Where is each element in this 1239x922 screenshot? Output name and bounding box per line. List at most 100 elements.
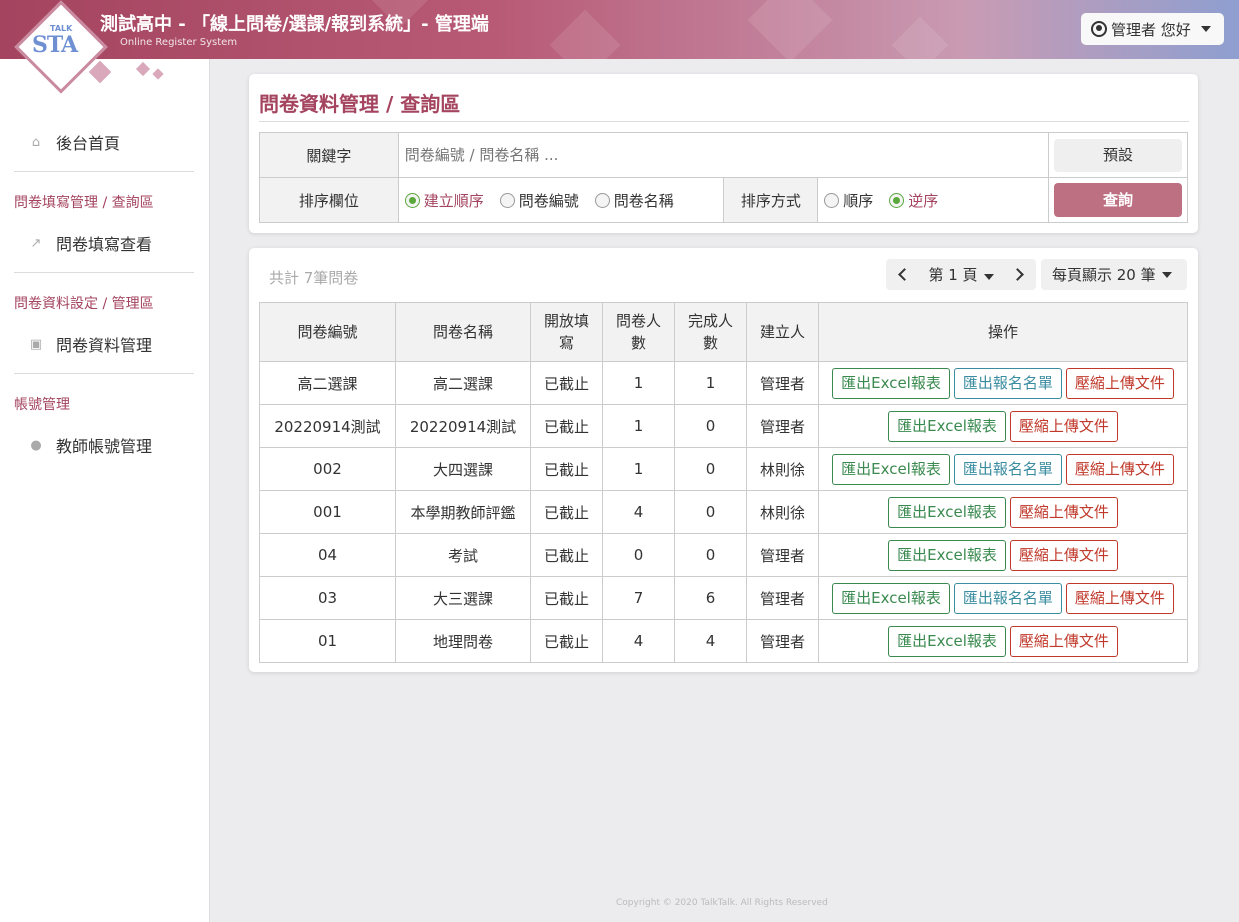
cell-id: 01	[259, 619, 396, 663]
user-icon: ●	[30, 437, 42, 453]
default-button[interactable]: 預設	[1053, 138, 1182, 172]
table-row: 001 本學期教師評鑑 已截止 4 0 林則徐 匯出Excel報表 壓縮上傳文件	[259, 490, 1188, 534]
cell-creator: 林則徐	[746, 490, 819, 534]
cell-status: 已截止	[530, 361, 603, 405]
cell-actions: 匯出Excel報表 壓縮上傳文件	[818, 490, 1188, 534]
query-button[interactable]: 查詢	[1053, 183, 1182, 217]
cell-name: 20220914測試	[395, 404, 531, 448]
cell-done: 4	[674, 619, 747, 663]
survey-table: 問卷編號 問卷名稱 開放填寫 問卷人數 完成人數 建立人 操作 高二選課 高二選課…	[259, 302, 1188, 663]
line-chart-icon: ↗	[30, 235, 42, 251]
pager: 第 1 頁	[886, 259, 1036, 290]
cell-done: 6	[674, 576, 747, 620]
table-row: 03 大三選課 已截止 7 6 管理者 匯出Excel報表 匯出報名名單 壓縮上傳文件	[259, 576, 1188, 620]
cell-creator: 林則徐	[746, 447, 819, 491]
sidebar-item-data-mgmt[interactable]: ▣ 問卷資料管理	[0, 324, 210, 364]
per-page-select[interactable]: 每頁顯示 20 筆	[1041, 259, 1187, 290]
total-count: 共計 7筆問卷	[269, 269, 359, 287]
talk-logo[interactable]: TALK STA	[14, 0, 164, 98]
cell-name: 大三選課	[395, 576, 531, 620]
upload-zip-button[interactable]: 壓縮上傳文件	[1065, 453, 1174, 485]
home-icon: ⌂	[31, 134, 41, 150]
sort-radio-name[interactable]: 問卷名稱	[594, 190, 674, 211]
upload-zip-button[interactable]: 壓縮上傳文件	[1065, 582, 1174, 614]
cell-count: 4	[602, 490, 675, 534]
caret-down-icon	[1200, 26, 1211, 32]
cell-actions: 匯出Excel報表 匯出報名名單 壓縮上傳文件	[818, 576, 1188, 620]
export-excel-button[interactable]: 匯出Excel報表	[832, 367, 950, 399]
export-excel-button[interactable]: 匯出Excel報表	[832, 582, 950, 614]
upload-zip-button[interactable]: 壓縮上傳文件	[1009, 410, 1118, 442]
export-excel-button[interactable]: 匯出Excel報表	[888, 539, 1006, 571]
cell-actions: 匯出Excel報表 匯出報名名單 壓縮上傳文件	[818, 447, 1188, 491]
cell-actions: 匯出Excel報表 壓縮上傳文件	[818, 533, 1188, 577]
cell-creator: 管理者	[746, 361, 819, 405]
page-select[interactable]: 第 1 頁	[928, 264, 994, 285]
app-title: 測試高中 - 「線上問卷/選課/報到系統」- 管理端	[100, 14, 489, 35]
chevron-left-icon[interactable]	[898, 268, 911, 281]
sidebar: ⌂ 後台首頁 問卷填寫管理 / 查詢區 ↗ 問卷填寫查看 問卷資料設定 / 管理…	[0, 59, 210, 922]
sidebar-item-fill-view[interactable]: ↗ 問卷填寫查看	[0, 223, 210, 263]
page-title: 問卷資料管理 / 查詢區	[259, 92, 461, 116]
sort-order-label: 排序方式	[723, 177, 819, 223]
col-count: 問卷人數	[602, 302, 675, 362]
upload-zip-button[interactable]: 壓縮上傳文件	[1009, 496, 1118, 528]
cell-done: 0	[674, 404, 747, 448]
cell-count: 1	[602, 361, 675, 405]
sort-field-label: 排序欄位	[259, 177, 399, 223]
cell-actions: 匯出Excel報表 壓縮上傳文件	[818, 404, 1188, 448]
col-name: 問卷名稱	[395, 302, 531, 362]
export-excel-button[interactable]: 匯出Excel報表	[888, 625, 1006, 657]
cell-creator: 管理者	[746, 404, 819, 448]
cell-id: 20220914測試	[259, 404, 396, 448]
cell-count: 1	[602, 447, 675, 491]
cell-count: 4	[602, 619, 675, 663]
cell-done: 1	[674, 361, 747, 405]
order-radio-asc[interactable]: 順序	[824, 190, 873, 211]
cell-count: 1	[602, 404, 675, 448]
chevron-right-icon[interactable]	[1011, 268, 1024, 281]
upload-zip-button[interactable]: 壓縮上傳文件	[1009, 625, 1118, 657]
cell-name: 地理問卷	[395, 619, 531, 663]
cell-name: 考試	[395, 533, 531, 577]
keyword-input[interactable]	[398, 135, 1048, 175]
cell-id: 002	[259, 447, 396, 491]
sidebar-section-data: 問卷資料設定 / 管理區	[14, 296, 154, 312]
upload-zip-button[interactable]: 壓縮上傳文件	[1009, 539, 1118, 571]
sidebar-item-teacher-account[interactable]: ● 教師帳號管理	[0, 425, 210, 465]
cell-id: 高二選課	[259, 361, 396, 405]
col-creator: 建立人	[746, 302, 819, 362]
export-excel-button[interactable]: 匯出Excel報表	[888, 496, 1006, 528]
user-greeting: 管理者 您好	[1111, 20, 1191, 39]
cell-status: 已截止	[530, 619, 603, 663]
user-menu-button[interactable]: 管理者 您好	[1081, 13, 1224, 45]
table-row: 高二選課 高二選課 已截止 1 1 管理者 匯出Excel報表 匯出報名名單 壓縮上傳文件	[259, 361, 1188, 405]
cell-id: 04	[259, 533, 396, 577]
export-excel-button[interactable]: 匯出Excel報表	[888, 410, 1006, 442]
col-actions: 操作	[818, 302, 1188, 362]
sort-radio-id[interactable]: 問卷編號	[499, 190, 579, 211]
export-namelist-button[interactable]: 匯出報名名單	[953, 367, 1062, 399]
export-namelist-button[interactable]: 匯出報名名單	[953, 453, 1062, 485]
cell-name: 大四選課	[395, 447, 531, 491]
user-circle-icon	[1091, 21, 1107, 37]
cell-actions: 匯出Excel報表 匯出報名名單 壓縮上傳文件	[818, 361, 1188, 405]
cell-status: 已截止	[530, 404, 603, 448]
cell-done: 0	[674, 447, 747, 491]
cell-status: 已截止	[530, 447, 603, 491]
footer: Copyright © 2020 TalkTalk. All Rights Re…	[616, 898, 828, 908]
sidebar-section-account: 帳號管理	[14, 397, 70, 413]
cell-id: 03	[259, 576, 396, 620]
sidebar-section-fill: 問卷填寫管理 / 查詢區	[14, 195, 154, 211]
cell-status: 已截止	[530, 490, 603, 534]
export-namelist-button[interactable]: 匯出報名名單	[953, 582, 1062, 614]
col-done: 完成人數	[674, 302, 747, 362]
cell-count: 0	[602, 533, 675, 577]
export-excel-button[interactable]: 匯出Excel報表	[832, 453, 950, 485]
sort-radio-created[interactable]: 建立順序	[404, 190, 484, 211]
sidebar-item-home[interactable]: ⌂ 後台首頁	[0, 122, 210, 162]
cell-status: 已截止	[530, 533, 603, 577]
order-radio-desc[interactable]: 逆序	[889, 190, 938, 211]
upload-zip-button[interactable]: 壓縮上傳文件	[1065, 367, 1174, 399]
cell-creator: 管理者	[746, 619, 819, 663]
